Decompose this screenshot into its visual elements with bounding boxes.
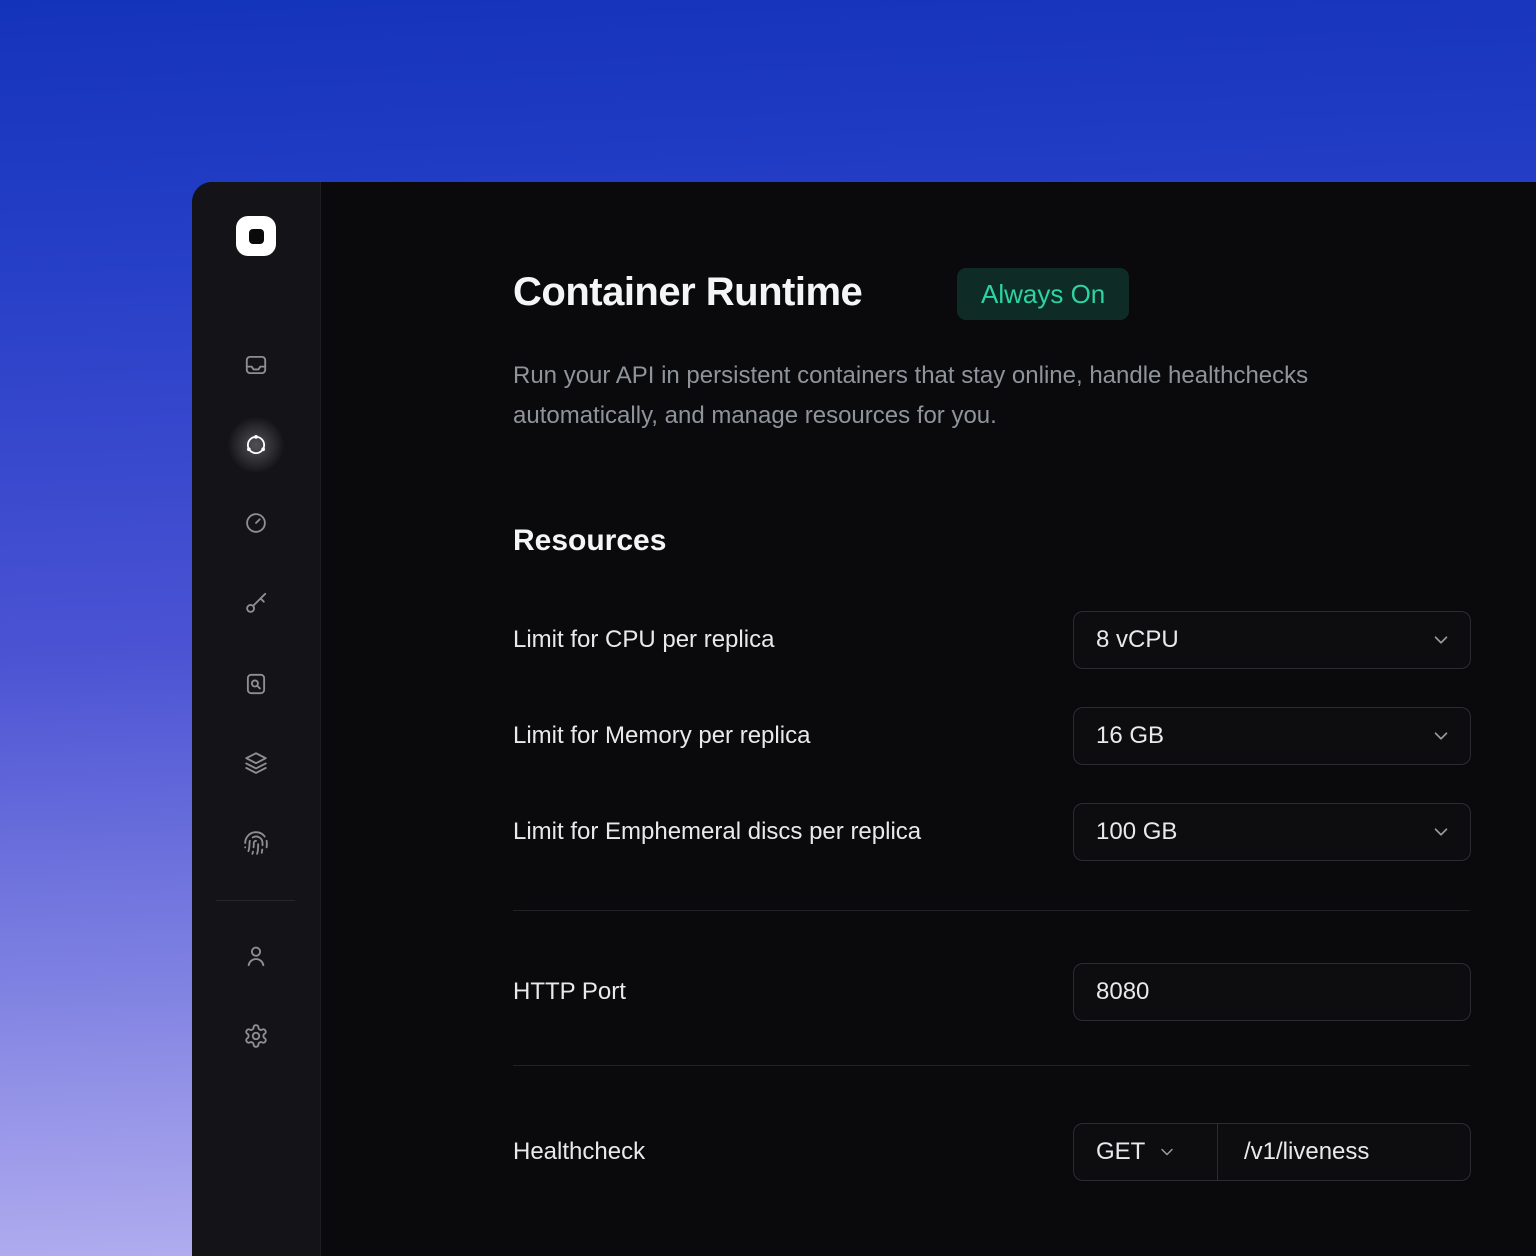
section-divider: [513, 1065, 1470, 1066]
sidebar-item-layers[interactable]: [232, 739, 280, 787]
key-icon: [243, 590, 269, 616]
user-icon: [243, 943, 269, 969]
healthcheck-method-value: GET: [1096, 1138, 1145, 1166]
chevron-down-icon: [1430, 629, 1452, 651]
sidebar-divider: [216, 900, 295, 901]
sidebar: [192, 182, 321, 1256]
healthcheck-control: GET /v1/liveness: [1073, 1123, 1471, 1181]
page-title: Container Runtime: [513, 266, 862, 318]
sidebar-item-keys[interactable]: [232, 579, 280, 627]
chevron-down-icon: [1430, 821, 1452, 843]
http-port-input[interactable]: 8080: [1073, 963, 1471, 1021]
section-heading-resources: Resources: [513, 520, 666, 562]
ephemeral-disc-limit-label: Limit for Emphemeral discs per replica: [513, 803, 921, 861]
http-port-value: 8080: [1096, 978, 1149, 1006]
healthcheck-path-input[interactable]: /v1/liveness: [1218, 1124, 1470, 1180]
cpu-limit-label: Limit for CPU per replica: [513, 611, 774, 669]
chevron-down-icon: [1157, 1142, 1177, 1162]
file-search-icon: [243, 671, 269, 697]
memory-limit-label: Limit for Memory per replica: [513, 707, 810, 765]
ephemeral-disc-limit-select[interactable]: 100 GB: [1073, 803, 1471, 861]
main-content: Container Runtime Always On Run your API…: [320, 182, 1536, 1256]
page-description: Run your API in persistent containers th…: [513, 356, 1313, 436]
healthcheck-label: Healthcheck: [513, 1123, 645, 1181]
app-logo[interactable]: [236, 216, 276, 256]
settings-gear-icon: [243, 1023, 269, 1049]
timer-icon: [243, 510, 269, 536]
sidebar-item-containers[interactable]: [232, 421, 280, 469]
sidebar-item-account[interactable]: [232, 932, 280, 980]
fingerprint-icon: [243, 830, 269, 856]
app-logo-mark: [249, 229, 264, 244]
layers-icon: [243, 750, 269, 776]
cpu-limit-value: 8 vCPU: [1096, 626, 1179, 654]
sidebar-item-inbox[interactable]: [232, 341, 280, 389]
ephemeral-disc-limit-value: 100 GB: [1096, 818, 1177, 846]
app-window: Container Runtime Always On Run your API…: [192, 182, 1536, 1256]
memory-limit-select[interactable]: 16 GB: [1073, 707, 1471, 765]
section-divider: [513, 910, 1470, 911]
healthcheck-path-value: /v1/liveness: [1244, 1138, 1369, 1166]
sidebar-item-logs-search[interactable]: [232, 660, 280, 708]
container-nodes-icon: [243, 432, 269, 458]
healthcheck-method-select[interactable]: GET: [1074, 1124, 1218, 1180]
status-badge: Always On: [957, 268, 1129, 320]
http-port-label: HTTP Port: [513, 963, 626, 1021]
sidebar-item-settings[interactable]: [232, 1012, 280, 1060]
memory-limit-value: 16 GB: [1096, 722, 1164, 750]
inbox-tray-icon: [243, 352, 269, 378]
cpu-limit-select[interactable]: 8 vCPU: [1073, 611, 1471, 669]
sidebar-item-timers[interactable]: [232, 499, 280, 547]
sidebar-item-identity[interactable]: [232, 819, 280, 867]
chevron-down-icon: [1430, 725, 1452, 747]
